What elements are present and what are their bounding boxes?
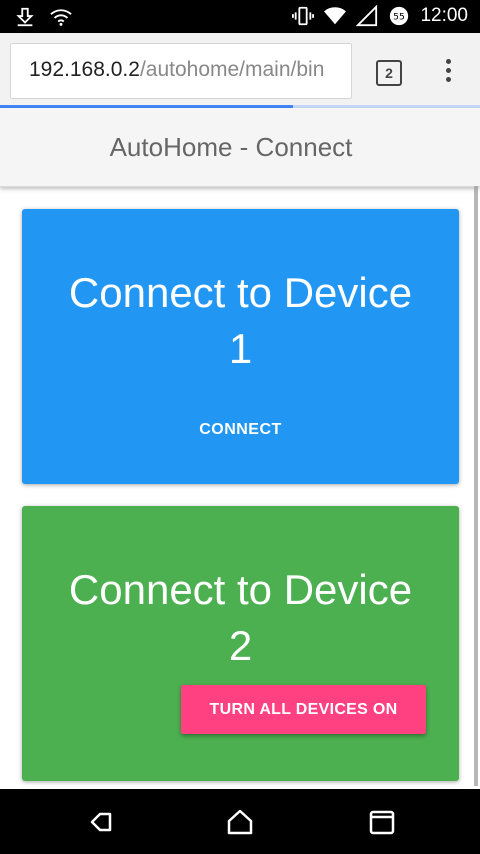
- download-icon: [16, 7, 34, 27]
- status-time: 12:00: [420, 5, 468, 26]
- status-bar: 55 12:00: [0, 0, 480, 33]
- browser-toolbar: 192.168.0.2/autohome/main/bin 2: [0, 33, 480, 108]
- cell-signal-icon: [356, 5, 378, 27]
- device-2-card: Connect to Device 2 TURN ALL DEVICES ON: [22, 506, 459, 781]
- device-2-title-line2: 2: [228, 622, 253, 669]
- recents-icon[interactable]: [367, 807, 397, 837]
- device-1-title-line1: Connect to Device: [68, 269, 413, 316]
- device-1-card: Connect to Device 1 CONNECT: [22, 209, 459, 484]
- page-header: AutoHome - Connect: [0, 108, 480, 187]
- system-nav-bar: [0, 789, 480, 854]
- device-1-title: Connect to Device 1: [22, 265, 459, 377]
- page-title: AutoHome - Connect: [109, 132, 353, 162]
- battery-level-text: 55: [394, 12, 406, 23]
- page-scrollbar[interactable]: [474, 186, 478, 786]
- wifi-icon: [50, 9, 72, 26]
- device-1-title-line2: 1: [228, 325, 253, 372]
- tab-switcher-button[interactable]: 2: [376, 60, 402, 86]
- battery-icon: 55: [390, 6, 409, 26]
- url-host: 192.168.0.2: [29, 58, 140, 81]
- turn-all-devices-on-button[interactable]: TURN ALL DEVICES ON: [181, 685, 426, 734]
- connect-button[interactable]: CONNECT: [22, 421, 459, 439]
- device-2-title-line1: Connect to Device: [68, 566, 413, 613]
- back-icon[interactable]: [84, 807, 114, 837]
- url-bar[interactable]: 192.168.0.2/autohome/main/bin: [10, 43, 352, 99]
- url-path: /autohome/main/bin: [139, 58, 325, 81]
- device-2-title: Connect to Device 2: [22, 562, 459, 674]
- overflow-menu-icon[interactable]: [443, 59, 453, 89]
- wifi-signal-icon: [324, 7, 347, 25]
- vibrate-icon: [292, 6, 315, 26]
- home-icon[interactable]: [225, 807, 255, 837]
